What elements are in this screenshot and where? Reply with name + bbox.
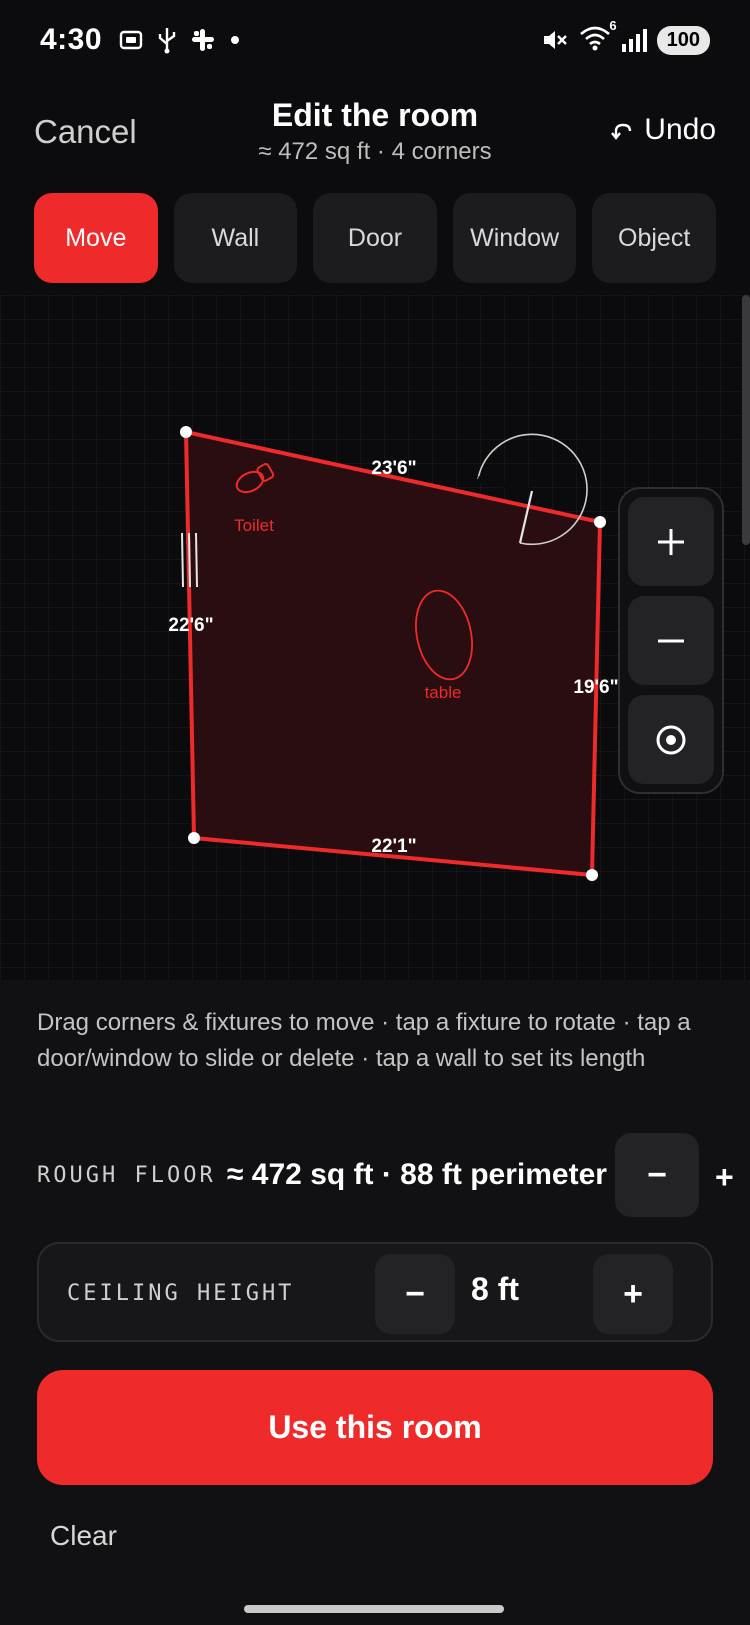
tool-tabs: Move Wall Door Window Object <box>34 193 716 283</box>
tab-move[interactable]: Move <box>34 193 158 283</box>
wifi-icon <box>579 26 610 50</box>
undo-icon <box>611 123 632 140</box>
screenshot-icon <box>119 30 143 50</box>
header: Cancel Edit the room ≈ 472 sq ft · 4 cor… <box>0 95 750 175</box>
floor-increase-button[interactable]: + <box>715 1159 734 1196</box>
wifi-badge: 6 <box>609 17 617 33</box>
mute-icon <box>543 31 567 49</box>
minus-icon <box>658 639 684 642</box>
wall-label-top[interactable]: 23'6" <box>371 458 416 479</box>
help-text: Drag corners & fixtures to move · tap a … <box>37 1009 691 1072</box>
use-room-button[interactable]: Use this room <box>37 1370 713 1485</box>
scrollbar[interactable] <box>742 295 750 545</box>
battery-indicator: 100 <box>656 25 710 55</box>
room-floor[interactable] <box>183 429 603 878</box>
dot-icon <box>231 36 240 44</box>
wall-label-left[interactable]: 22'6" <box>168 615 213 636</box>
zoom-out-button[interactable] <box>628 596 714 685</box>
slack-icon <box>192 29 215 51</box>
clear-button[interactable]: Clear <box>50 1520 117 1552</box>
ceiling-increase-button[interactable]: + <box>593 1254 673 1334</box>
corner-handle[interactable] <box>188 832 200 844</box>
home-indicator[interactable] <box>244 1605 504 1613</box>
wifi-indicator: 6 <box>579 18 617 57</box>
rough-floor-label: ROUGH FLOOR <box>37 1163 216 1188</box>
floor-decrease-button[interactable]: − <box>615 1133 699 1217</box>
tab-object[interactable]: Object <box>592 193 716 283</box>
rough-floor-value: ≈ 472 sq ft · 88 ft perimeter <box>227 1158 607 1191</box>
tab-window[interactable]: Window <box>452 193 577 283</box>
ceiling-height-card: CEILING HEIGHT − 8 ft + <box>37 1242 713 1342</box>
status-bar: 4:30 6 100 <box>0 0 750 80</box>
cancel-button[interactable]: Cancel <box>34 113 137 151</box>
recenter-button[interactable] <box>628 695 714 784</box>
plus-icon <box>658 528 684 555</box>
fixture-label-toilet: Toilet <box>234 516 274 535</box>
ceiling-height-value: 8 ft <box>471 1271 519 1307</box>
ceiling-height-label: CEILING HEIGHT <box>67 1281 295 1306</box>
corner-handle[interactable] <box>180 426 192 438</box>
rough-floor-row: ROUGH FLOOR ≈ 472 sq ft · 88 ft perimete… <box>37 1133 750 1217</box>
fixture-label-table: table <box>425 683 462 702</box>
tab-door[interactable]: Door <box>313 193 437 283</box>
corner-handle[interactable] <box>594 516 606 528</box>
minus-glyph: − <box>647 1155 667 1194</box>
zoom-in-button[interactable] <box>628 497 714 586</box>
tab-wall[interactable]: Wall <box>173 193 298 283</box>
recenter-icon <box>656 725 686 754</box>
undo-label: Undo <box>644 113 716 146</box>
zoom-controls <box>618 487 724 794</box>
signal-icon <box>621 29 647 52</box>
status-time: 4:30 <box>40 23 103 56</box>
wall-label-right[interactable]: 19'6" <box>573 677 618 698</box>
usb-icon <box>158 28 176 54</box>
corner-handle[interactable] <box>586 869 598 881</box>
wall-label-bottom[interactable]: 22'1" <box>371 836 416 857</box>
undo-button[interactable]: Undo <box>610 113 716 147</box>
